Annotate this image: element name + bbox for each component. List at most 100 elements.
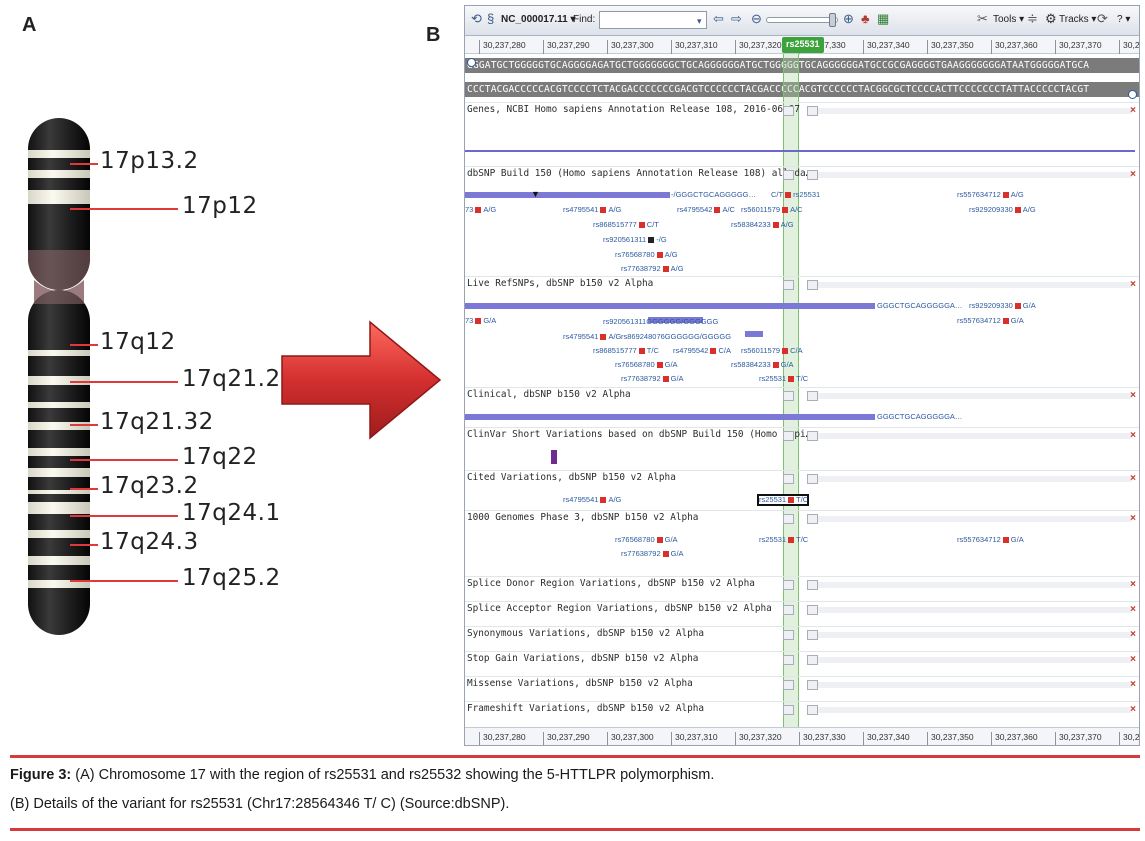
snp-label[interactable]: rs868515777 T/C [593,346,659,355]
close-track-icon[interactable]: × [1130,704,1136,715]
track-config-button[interactable] [783,106,794,116]
close-track-icon[interactable]: × [1130,513,1136,524]
track-config-button[interactable] [783,655,794,665]
info-icon[interactable] [467,58,476,67]
snp-label[interactable]: rs557634712 A/G [957,190,1024,199]
snp-label[interactable]: GGGCTGCAGGGGGA… [877,412,962,421]
snp-label[interactable]: rs25531 T/C [759,374,808,383]
track-scrollbar[interactable] [815,607,1133,613]
close-track-icon[interactable]: × [1130,430,1136,441]
track-config-button[interactable] [807,680,818,690]
zoom-slider-handle[interactable] [829,13,836,27]
track-config-button[interactable] [807,170,818,180]
snp-label[interactable]: rs76568780 G/A [615,360,678,369]
info-icon[interactable] [1128,90,1137,99]
snp-label[interactable]: rs4795541 A/G [563,205,621,214]
track-scrollbar[interactable] [815,172,1133,178]
track-config-button[interactable] [807,106,818,116]
track-title[interactable]: Splice Donor Region Variations, dbSNP b1… [467,578,755,589]
track-config-button[interactable] [783,680,794,690]
snp-label[interactable]: rs77638792 G/A [621,374,684,383]
snp-label[interactable]: rs557634712 G/A [957,535,1024,544]
track-title[interactable]: Live RefSNPs, dbSNP b150 v2 Alpha [467,278,653,289]
snp-label[interactable]: rs25531 T/C [759,535,808,544]
sequence-select[interactable]: NC_000017.11 ▾ [501,14,576,25]
snp-label[interactable]: rs920561311GGGGGG/GGGGGG [603,317,718,326]
snp-label[interactable]: rs56011579 C/A [741,346,803,355]
track-config-button[interactable] [783,514,794,524]
track-config-button[interactable] [807,605,818,615]
track-config-button[interactable] [807,580,818,590]
find-input[interactable] [599,11,707,29]
snp-label[interactable]: rs77638792 G/A [621,549,684,558]
snp-label[interactable]: rs869248076GGGGGG/GGGGG [621,332,731,341]
track-config-button[interactable] [807,705,818,715]
track-title[interactable]: Stop Gain Variations, dbSNP b150 v2 Alph… [467,653,698,664]
snp-label[interactable]: rs868515777 C/T [593,220,659,229]
track-config-button[interactable] [783,705,794,715]
track-scrollbar[interactable] [815,657,1133,663]
forward-arrow-icon[interactable]: ⇨ [731,12,742,26]
track-scrollbar[interactable] [815,707,1133,713]
sequence-viewer[interactable]: ⟲ § NC_000017.11 ▾ Find: ▾ ⇦ ⇨ ⊖ ⊕ ♣ ▦ ✂… [464,5,1140,746]
snp-label[interactable]: rs4795542 A/C [677,205,735,214]
track-config-button[interactable] [783,280,794,290]
zoom-in-icon[interactable]: ⊕ [843,12,854,26]
reload-icon[interactable]: ⟳ [1097,12,1108,26]
snp-label[interactable]: rs58384233 G/A [731,360,794,369]
track-scrollbar[interactable] [815,516,1133,522]
close-track-icon[interactable]: × [1130,679,1136,690]
close-track-icon[interactable]: × [1130,390,1136,401]
track-scrollbar[interactable] [815,632,1133,638]
snp-label[interactable]: rs929209330 G/A [969,301,1036,310]
refresh-icon[interactable]: ⟲ [471,12,482,26]
back-arrow-icon[interactable]: ⇦ [713,12,724,26]
snp-label[interactable]: rs4795541 A/G [563,495,621,504]
track-config-button[interactable] [807,431,818,441]
tracks-menu[interactable]: Tracks ▾ [1059,14,1096,25]
track-config-button[interactable] [783,391,794,401]
track-scrollbar[interactable] [815,108,1133,114]
snp-label[interactable]: rs4795541 A/G [563,332,621,341]
track-config-button[interactable] [807,514,818,524]
track-title[interactable]: Synonymous Variations, dbSNP b150 v2 Alp… [467,628,704,639]
track-scrollbar[interactable] [815,282,1133,288]
help-menu[interactable]: ? ▾ [1117,14,1130,25]
snp-label[interactable]: rs929209330 A/G [969,205,1036,214]
close-track-icon[interactable]: × [1130,629,1136,640]
track-scrollbar[interactable] [815,582,1133,588]
close-track-icon[interactable]: × [1130,105,1136,116]
close-track-icon[interactable]: × [1130,279,1136,290]
snp-label[interactable]: rs77638792 A/G [621,264,684,273]
track-title[interactable]: Missense Variations, dbSNP b150 v2 Alpha [467,678,693,689]
config-icon[interactable]: ≑ [1027,12,1038,26]
snp-label[interactable]: 73 A/G [465,205,496,214]
track-scrollbar[interactable] [815,476,1133,482]
marker-icon[interactable]: ♣ [861,12,870,26]
snp-label[interactable]: rs25531 T/C [759,495,808,504]
track-scrollbar[interactable] [815,682,1133,688]
snp-label[interactable]: C/T rs25531 [771,190,820,199]
snp-label[interactable]: rs76568780 A/G [615,250,678,259]
track-title[interactable]: dbSNP Build 150 (Homo sapiens Annotation… [467,168,811,179]
snp-label[interactable]: rs58384233 A/G [731,220,794,229]
snp-label[interactable]: 73 G/A [465,316,496,325]
snp-label[interactable]: rs76568780 G/A [615,535,678,544]
track-config-button[interactable] [807,391,818,401]
snp-label[interactable]: rs920561311 -/G [603,235,667,244]
find-dropdown-icon[interactable]: ▾ [697,14,702,28]
track-config-button[interactable] [783,170,794,180]
track-scrollbar[interactable] [815,433,1133,439]
close-track-icon[interactable]: × [1130,169,1136,180]
track-config-button[interactable] [783,630,794,640]
track-config-button[interactable] [807,474,818,484]
zoom-slider[interactable] [766,13,838,27]
track-config-button[interactable] [783,474,794,484]
track-title[interactable]: ClinVar Short Variations based on dbSNP … [467,429,811,440]
track-config-button[interactable] [783,580,794,590]
close-track-icon[interactable]: × [1130,604,1136,615]
clinvar-variant-mark[interactable] [551,450,557,464]
track-title[interactable]: Clinical, dbSNP b150 v2 Alpha [467,389,631,400]
close-track-icon[interactable]: × [1130,473,1136,484]
tools-menu[interactable]: Tools ▾ [993,14,1024,25]
